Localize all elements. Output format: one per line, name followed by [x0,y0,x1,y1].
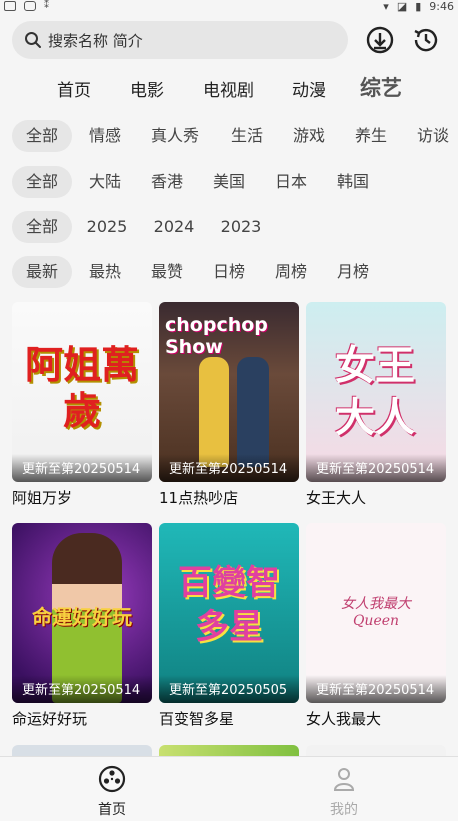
notification-icon [4,0,16,11]
usb-icon: ⁑ [44,0,49,11]
search-input[interactable]: 搜索名称 简介 [12,21,348,59]
sort-chip[interactable]: 周榜 [270,256,312,288]
update-label: 更新至第20250514 [316,683,435,698]
tab-tv[interactable]: 电视剧 [203,76,254,101]
sort-chip[interactable]: 月榜 [332,256,374,288]
show-poster: 女王大人 更新至第20250514 [306,302,446,482]
update-label: 更新至第20250514 [169,462,288,477]
year-chip-all[interactable]: 全部 [12,211,72,243]
search-placeholder: 搜索名称 简介 [48,31,143,50]
genre-chip-all[interactable]: 全部 [12,120,72,152]
region-chip[interactable]: 韩国 [332,166,374,198]
poster-art-text: 命運好好玩 [32,605,132,629]
region-chip[interactable]: 大陆 [84,166,126,198]
poster-art-text: chopchop Show [165,314,268,358]
search-icon [25,32,41,48]
year-chip[interactable]: 2025 [84,211,130,243]
show-card[interactable]: chopchop Show 更新至第20250514 11点热吵店 [159,302,299,508]
sort-chip[interactable]: 最赞 [146,256,188,288]
bottom-nav-home-label: 首页 [98,802,126,818]
genre-chip[interactable]: 生活 [226,120,268,152]
bottom-nav-mine[interactable]: 我的 [304,765,384,819]
user-icon [333,768,355,791]
show-card[interactable]: 阿姐萬歲 更新至第20250514 阿姐万岁 [12,302,152,508]
year-filter-row: 全部 2025 2024 2023 [0,211,458,243]
film-reel-icon [98,765,126,793]
battery-icon: ▮ [415,0,422,13]
genre-chip[interactable]: 真人秀 [146,120,204,152]
year-chip[interactable]: 2024 [151,211,197,243]
show-poster: 阿姐萬歲 更新至第20250514 [12,302,152,482]
sort-chip[interactable]: 最热 [84,256,126,288]
genre-filter-row: 全部 情感 真人秀 生活 游戏 养生 访谈 [0,120,458,152]
show-title: 命运好好玩 [12,710,88,728]
bottom-nav-home[interactable]: 首页 [72,765,152,819]
download-icon [366,26,394,54]
region-chip[interactable]: 日本 [270,166,312,198]
update-label: 更新至第20250514 [22,683,141,698]
bottom-nav-mine-label: 我的 [330,802,358,818]
poster-art-text: 阿姐萬歲 [24,343,139,433]
download-button[interactable] [364,24,396,56]
show-poster: 百變智多星 更新至第20250505 [159,523,299,703]
tab-home[interactable]: 首页 [57,76,91,101]
tab-movie[interactable]: 电影 [130,76,164,101]
show-card[interactable]: 百變智多星 更新至第20250505 百变智多星 [159,523,299,729]
status-bar: ⁑ ▾ ◪ ▮ 9:46 [0,0,458,14]
sort-chip[interactable]: 日榜 [208,256,250,288]
region-chip[interactable]: 香港 [146,166,188,198]
status-time: 9:46 [429,0,454,13]
show-title: 阿姐万岁 [12,489,73,507]
show-poster: 命運好好玩 更新至第20250514 [12,523,152,703]
year-chip[interactable]: 2023 [218,211,264,243]
history-button[interactable] [410,24,442,56]
show-card[interactable]: 女人我最大 Queen 更新至第20250514 女人我最大 [306,523,446,729]
show-title: 11点热吵店 [159,489,239,507]
update-label: 更新至第20250505 [169,683,288,698]
poster-art-text: 女人我最大 Queen [341,596,411,629]
history-icon [414,28,438,52]
tab-anime[interactable]: 动漫 [292,76,326,101]
region-chip[interactable]: 美国 [208,166,250,198]
sort-chip-latest[interactable]: 最新 [12,256,72,288]
no-sim-icon: ◪ [396,0,408,13]
sort-filter-row: 最新 最热 最赞 日榜 周榜 月榜 [0,256,458,288]
region-filter-row: 全部 大陆 香港 美国 日本 韩国 [0,166,458,198]
poster-art-text: 女王大人 [335,343,415,441]
poster-art-text: 百變智多星 [178,563,280,647]
show-card[interactable]: 命運好好玩 更新至第20250514 命运好好玩 [12,523,152,729]
app-notification-icon [24,0,36,11]
show-title: 女王大人 [306,489,367,507]
update-label: 更新至第20250514 [316,462,435,477]
genre-chip[interactable]: 情感 [84,120,126,152]
show-title: 百变智多星 [159,710,235,728]
tab-variety[interactable]: 综艺 [360,72,402,102]
show-poster: chopchop Show 更新至第20250514 [159,302,299,482]
genre-chip[interactable]: 访谈 [412,120,454,152]
update-label: 更新至第20250514 [22,462,141,477]
genre-chip[interactable]: 养生 [350,120,392,152]
category-tabs: 首页 电影 电视剧 动漫 综艺 [0,70,458,104]
wifi-icon: ▾ [383,0,389,13]
bottom-nav: 首页 我的 [0,756,458,821]
show-card[interactable]: 女王大人 更新至第20250514 女王大人 [306,302,446,508]
show-title: 女人我最大 [306,710,382,728]
genre-chip[interactable]: 游戏 [288,120,330,152]
show-poster: 女人我最大 Queen 更新至第20250514 [306,523,446,703]
region-chip-all[interactable]: 全部 [12,166,72,198]
